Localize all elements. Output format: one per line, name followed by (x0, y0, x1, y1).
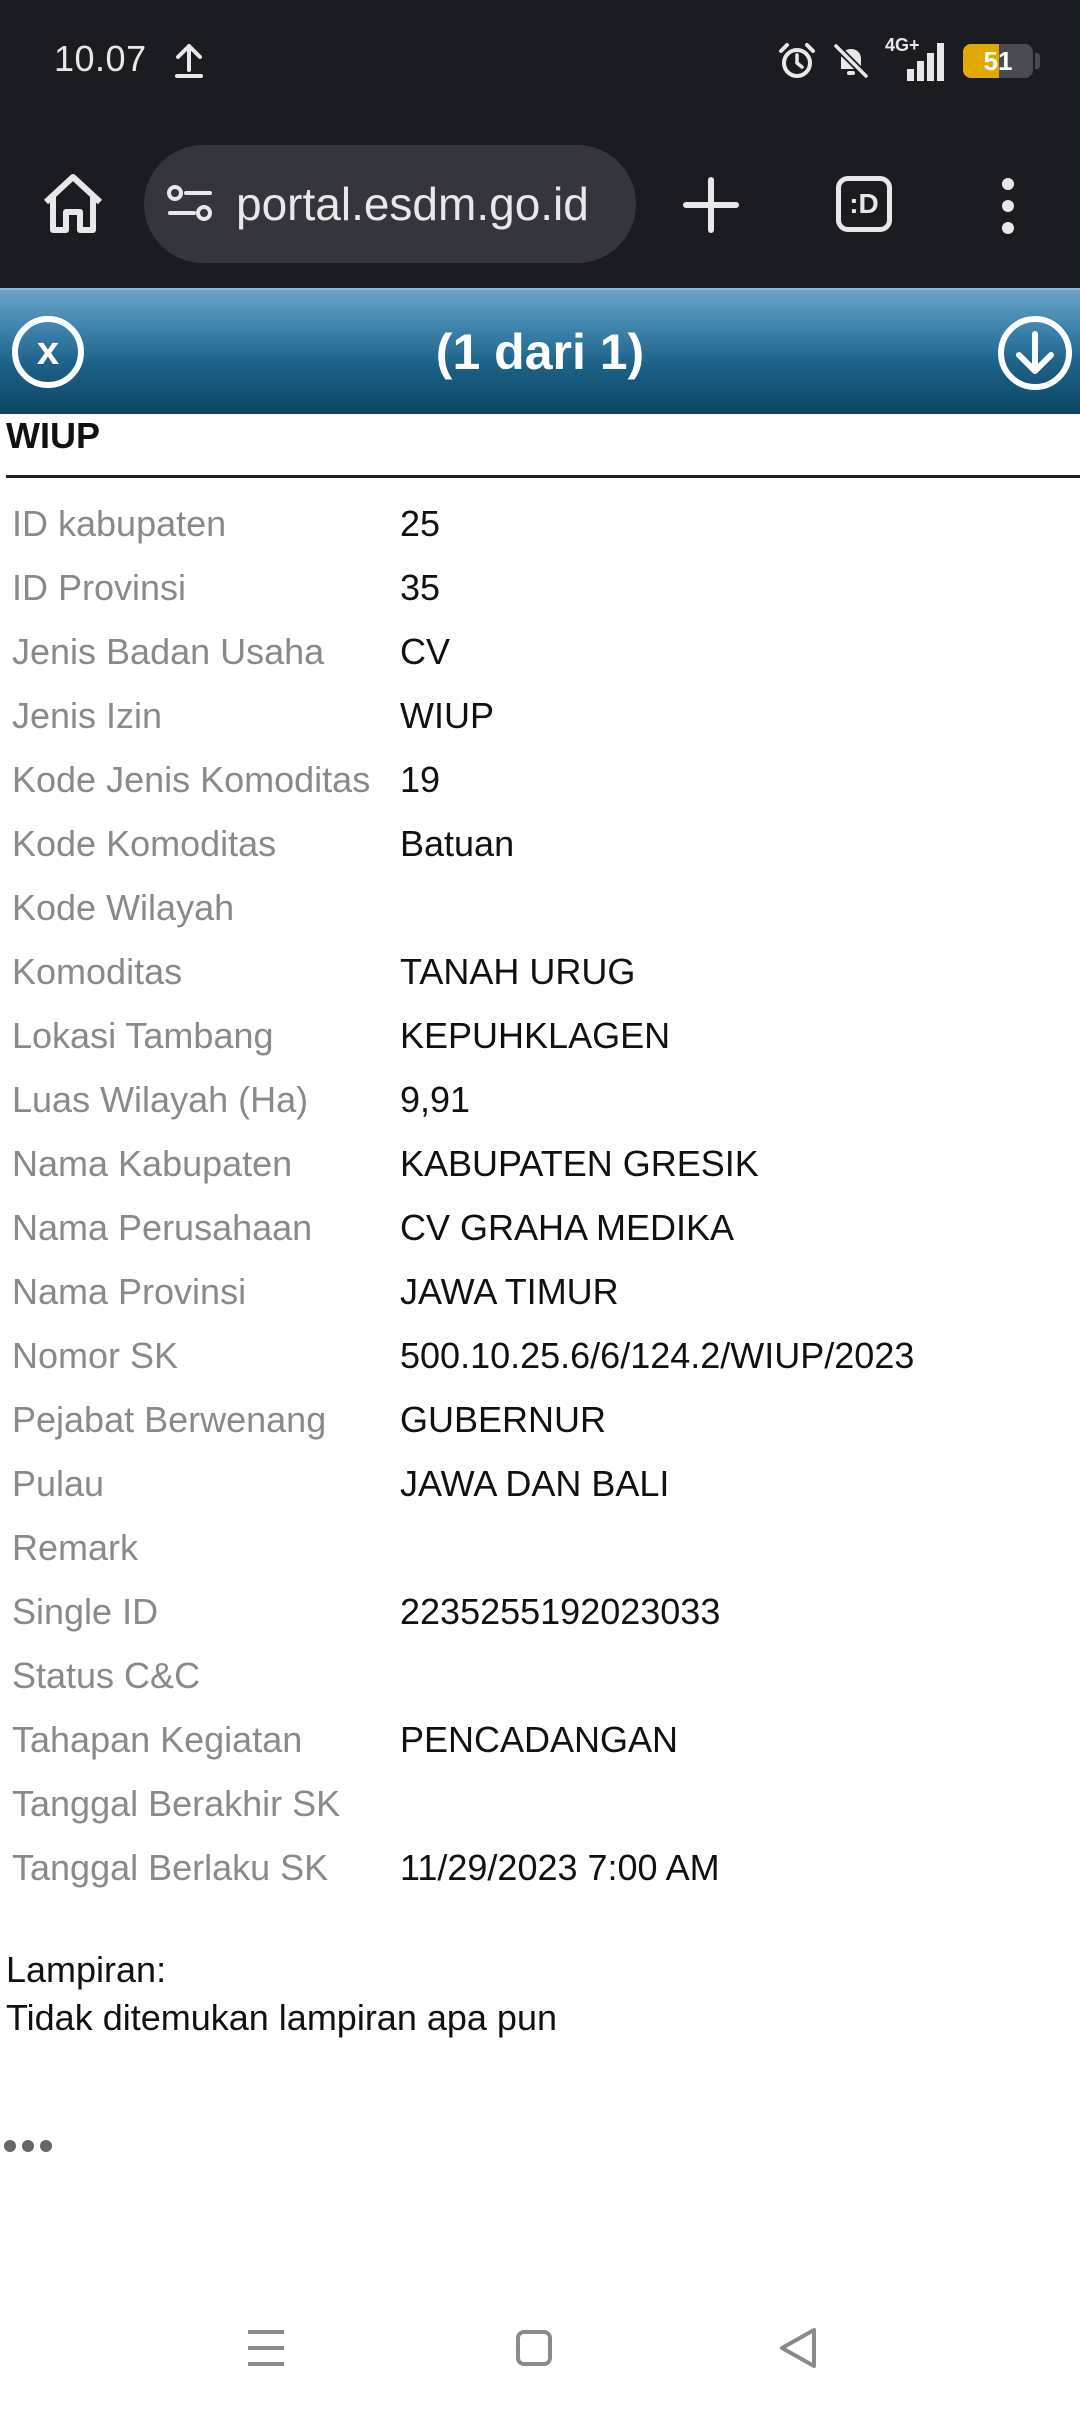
attribute-row: Tanggal Berlaku SK 11/29/2023 7:00 AM (12, 1836, 1072, 1900)
plus-icon[interactable] (682, 176, 740, 234)
attribute-row: Status C&C (12, 1644, 1072, 1708)
battery-indicator: 51 (963, 44, 1033, 78)
tab-switcher-button[interactable]: :D (836, 176, 892, 232)
site-settings-icon[interactable] (166, 183, 214, 225)
attribute-key: Remark (12, 1527, 139, 1568)
arrow-down-icon[interactable] (998, 316, 1072, 390)
attribute-value: 11/29/2023 7:00 AM (400, 1847, 720, 1888)
attribute-row: Tanggal Berakhir SK (12, 1772, 1072, 1836)
more-options-icon[interactable] (4, 2140, 52, 2152)
attribute-row: Pejabat Berwenang GUBERNUR (12, 1388, 1072, 1452)
attribute-key: Tahapan Kegiatan (12, 1719, 303, 1760)
attachments-value: Tidak ditemukan lampiran apa pun (6, 1997, 557, 2038)
attribute-key: Tanggal Berakhir SK (12, 1783, 341, 1824)
attribute-key: Lokasi Tambang (12, 1015, 274, 1056)
attribute-value: JAWA DAN BALI (400, 1463, 670, 1504)
home-square-icon[interactable] (514, 2326, 554, 2370)
attribute-row: ID Provinsi 35 (12, 556, 1072, 620)
attribute-row: Jenis Badan Usaha CV (12, 620, 1072, 684)
attribute-key: Tanggal Berlaku SK (12, 1847, 329, 1888)
attribute-value: JAWA TIMUR (400, 1271, 619, 1312)
attribute-key: ID Provinsi (12, 567, 187, 608)
attachments-label: Lampiran: (6, 1949, 167, 1990)
attribute-value: 35 (400, 567, 441, 608)
popup-header: x (1 dari 1) (0, 288, 1080, 414)
attribute-row: Kode Wilayah (12, 876, 1072, 940)
attribute-row: Nama Perusahaan CV GRAHA MEDIKA (12, 1196, 1072, 1260)
attribute-row: Single ID 2235255192023033 (12, 1580, 1072, 1644)
attribute-row: Tahapan Kegiatan PENCADANGAN (12, 1708, 1072, 1772)
attribute-row: Kode Komoditas Batuan (12, 812, 1072, 876)
status-time: 10.07 (54, 38, 147, 79)
attribute-row: ID kabupaten 25 (12, 492, 1072, 556)
attribute-table: ID kabupaten 25 ID Provinsi 35 Jenis Badan U… (12, 492, 1072, 1900)
attribute-key: Jenis Badan Usaha (12, 631, 325, 672)
more-vert-icon[interactable] (994, 176, 1022, 236)
home-icon[interactable] (38, 168, 108, 238)
attribute-value: Batuan (400, 823, 515, 864)
attribute-value: KEPUHKLAGEN (400, 1015, 671, 1056)
url-text[interactable]: portal.esdm.go.id (236, 175, 626, 233)
attribute-row: Lokasi Tambang KEPUHKLAGEN (12, 1004, 1072, 1068)
attribute-key: Kode Wilayah (12, 887, 235, 928)
attribute-row: Nomor SK 500.10.25.6/6/124.2/WIUP/2023 (12, 1324, 1072, 1388)
battery-level: 51 (983, 46, 1013, 76)
attribute-value: 25 (400, 503, 441, 544)
title-divider (6, 475, 1080, 478)
attribute-key: Status C&C (12, 1655, 201, 1696)
attribute-value: KABUPATEN GRESIK (400, 1143, 759, 1184)
attribute-row: Luas Wilayah (Ha) 9,91 (12, 1068, 1072, 1132)
attribute-value: 500.10.25.6/6/124.2/WIUP/2023 (400, 1335, 915, 1376)
popup-title: (1 dari 1) (435, 324, 645, 380)
attribute-key: Luas Wilayah (Ha) (12, 1079, 309, 1120)
attribute-key: Jenis Izin (12, 695, 163, 736)
system-nav-bar (0, 2290, 1080, 2412)
attribute-row: Pulau JAWA DAN BALI (12, 1452, 1072, 1516)
attribute-key: Nomor SK (12, 1335, 179, 1376)
attribute-row: Jenis Izin WIUP (12, 684, 1072, 748)
attribute-row: Kode Jenis Komoditas 19 (12, 748, 1072, 812)
attribute-value: PENCADANGAN (400, 1719, 679, 1760)
menu-icon[interactable] (244, 2326, 288, 2370)
attribute-value: 2235255192023033 (400, 1591, 721, 1632)
attribute-key: Nama Kabupaten (12, 1143, 293, 1184)
battery-nub (1035, 53, 1040, 69)
attribute-row: Remark (12, 1516, 1072, 1580)
signal-icon: 4G+ (885, 35, 949, 83)
alarm-icon (779, 43, 815, 78)
attribute-value: CV (400, 631, 451, 672)
attribute-key: Komoditas (12, 951, 183, 992)
attribute-value: 9,91 (400, 1079, 471, 1120)
browser-toolbar: portal.esdm.go.id :D (0, 124, 1080, 288)
attribute-key: Nama Perusahaan (12, 1207, 313, 1248)
attribute-value: TANAH URUG (400, 951, 636, 992)
attribute-value: CV GRAHA MEDIKA (400, 1207, 735, 1248)
attribute-row: Nama Kabupaten KABUPATEN GRESIK (12, 1132, 1072, 1196)
back-icon[interactable] (776, 2324, 820, 2372)
attribute-key: Kode Komoditas (12, 823, 277, 864)
layer-title: WIUP (6, 415, 100, 456)
status-bar: 10.07 4G+ 51 (0, 0, 1080, 124)
attribute-key: ID kabupaten (12, 503, 227, 544)
status-icons: 4G+ 51 (777, 35, 1040, 86)
attribute-key: Kode Jenis Komoditas (12, 759, 371, 800)
attribute-key: Single ID (12, 1591, 159, 1632)
attribute-row: Nama Provinsi JAWA TIMUR (12, 1260, 1072, 1324)
attribute-key: Pulau (12, 1463, 105, 1504)
attribute-value: GUBERNUR (400, 1399, 607, 1440)
attribute-value: 19 (400, 759, 441, 800)
upload-icon (175, 44, 203, 78)
attribute-key: Pejabat Berwenang (12, 1399, 327, 1440)
attribute-value: WIUP (400, 695, 494, 736)
bell-off-icon (833, 43, 869, 79)
attribute-key: Nama Provinsi (12, 1271, 247, 1312)
address-bar[interactable]: portal.esdm.go.id (144, 145, 636, 263)
attribute-row: Komoditas TANAH URUG (12, 940, 1072, 1004)
